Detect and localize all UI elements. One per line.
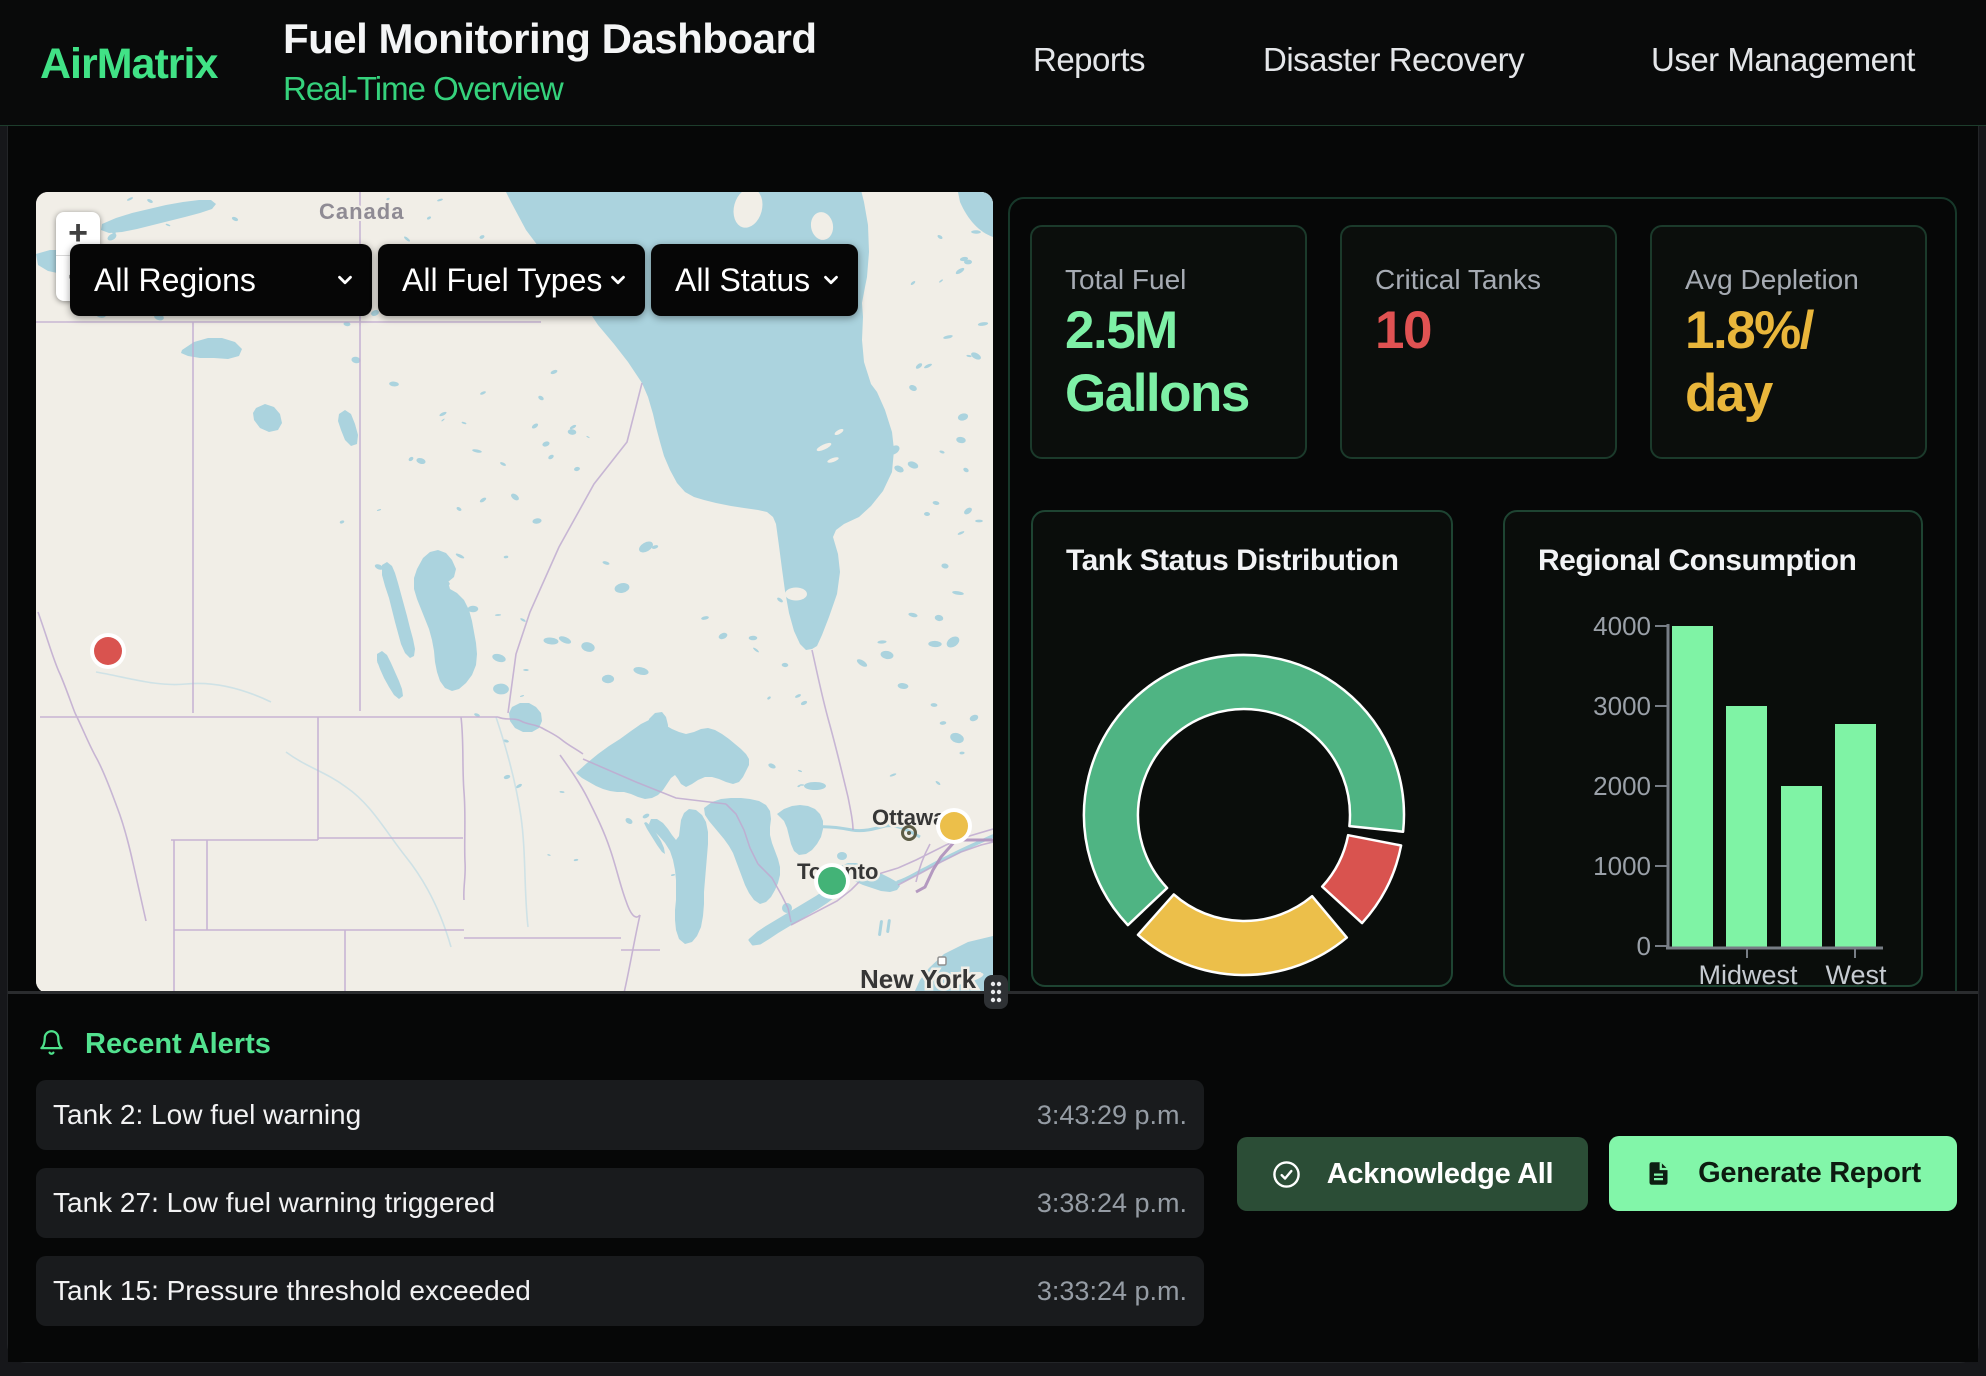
svg-text:3000: 3000 <box>1593 691 1651 721</box>
svg-text:0: 0 <box>1637 931 1651 961</box>
svg-text:4000: 4000 <box>1593 611 1651 641</box>
svg-text:New York: New York <box>860 964 977 993</box>
svg-text:1000: 1000 <box>1593 851 1651 881</box>
svg-text:Midwest: Midwest <box>1698 960 1798 990</box>
svg-text:Canada: Canada <box>319 199 404 224</box>
svg-text:2000: 2000 <box>1593 771 1651 801</box>
svg-text:West: West <box>1825 960 1887 990</box>
